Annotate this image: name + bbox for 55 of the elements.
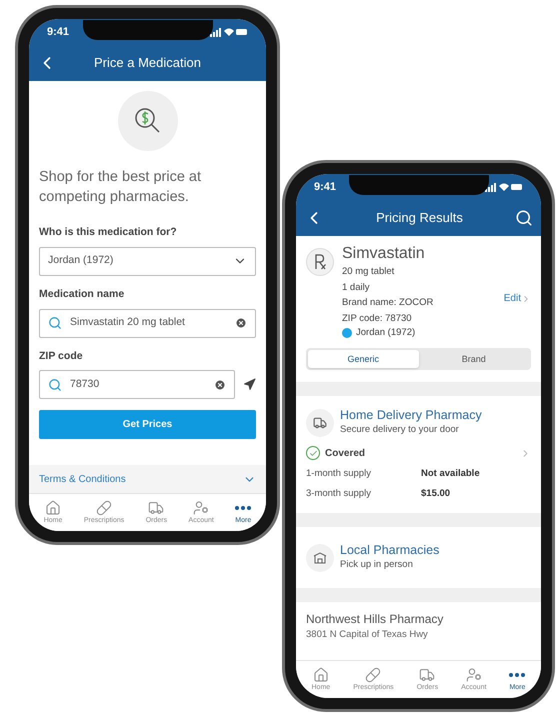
coverage-status: Covered <box>325 446 366 460</box>
dots-icon <box>235 506 252 510</box>
medication-detail: 1 daily <box>342 280 370 294</box>
terms-toggle[interactable]: Terms & Conditions <box>29 465 266 493</box>
segment-tab[interactable]: Brand <box>418 350 529 368</box>
get-prices-button[interactable]: Get Prices <box>39 410 256 440</box>
member-name: Jordan (1972) <box>356 326 416 340</box>
search-icon <box>48 316 62 330</box>
status-icons <box>210 27 248 37</box>
house-icon <box>45 500 62 516</box>
prescription-icon <box>306 248 334 276</box>
status-time: 9:41 <box>47 24 70 40</box>
medication-detail: ZIP code: 78730 <box>342 312 413 326</box>
medication-name: Simvastatin <box>342 244 426 264</box>
search-icon <box>48 378 62 392</box>
house-icon <box>312 666 329 682</box>
field-label: Who is this medication for? <box>39 225 178 240</box>
intro-text: Shop for the best price at competing pharmacies. <box>39 168 202 207</box>
input-field[interactable]: Simvastatin 20 mg tablet <box>39 308 256 338</box>
edit-link[interactable]: Edit <box>504 291 531 306</box>
dots-icon <box>509 672 526 676</box>
truck-icon <box>419 666 436 682</box>
pill-icon <box>96 500 112 516</box>
medication-detail: 20 mg tablet <box>342 265 396 279</box>
truck-icon <box>148 500 164 516</box>
store-icon <box>306 544 334 572</box>
pharmacy-name: Northwest Hills Pharmacy <box>306 611 444 628</box>
status-time: 9:41 <box>314 180 336 195</box>
price-search-icon <box>118 91 178 151</box>
section-title: Home Delivery Pharmacy <box>340 408 482 424</box>
clear-icon[interactable] <box>214 378 226 391</box>
supply-price: $15.00 <box>421 486 450 501</box>
segment-tab[interactable]: Generic <box>308 350 418 368</box>
search-icon[interactable] <box>515 209 533 227</box>
status-icons <box>485 182 523 192</box>
pill-icon <box>365 666 382 682</box>
location-arrow-icon[interactable] <box>243 378 256 392</box>
clear-icon[interactable] <box>235 317 247 329</box>
dropdown-field[interactable]: Jordan (1972) <box>39 246 256 276</box>
screen-title: Pricing Results <box>375 209 464 228</box>
screen-title: Price a Medication <box>93 54 202 72</box>
section-subtitle: Secure delivery to your door <box>340 423 460 438</box>
user-gear-icon <box>193 500 210 516</box>
input-field[interactable]: 78730 <box>39 370 235 400</box>
section-title: Local Pharmacies <box>340 543 440 558</box>
pharmacy-address: 3801 N Capital of Texas Hwy <box>306 628 429 642</box>
medication-detail: Brand name: ZOCOR <box>342 296 434 310</box>
section-subtitle: Pick up in person <box>340 558 414 572</box>
supply-label: 3-month supply <box>306 486 372 501</box>
supply-price: Not available <box>421 466 480 480</box>
supply-label: 1-month supply <box>306 466 372 480</box>
field-label: ZIP code <box>39 348 84 364</box>
truck-icon <box>306 408 334 437</box>
user-gear-icon <box>466 666 482 682</box>
field-label: Medication name <box>39 286 126 302</box>
